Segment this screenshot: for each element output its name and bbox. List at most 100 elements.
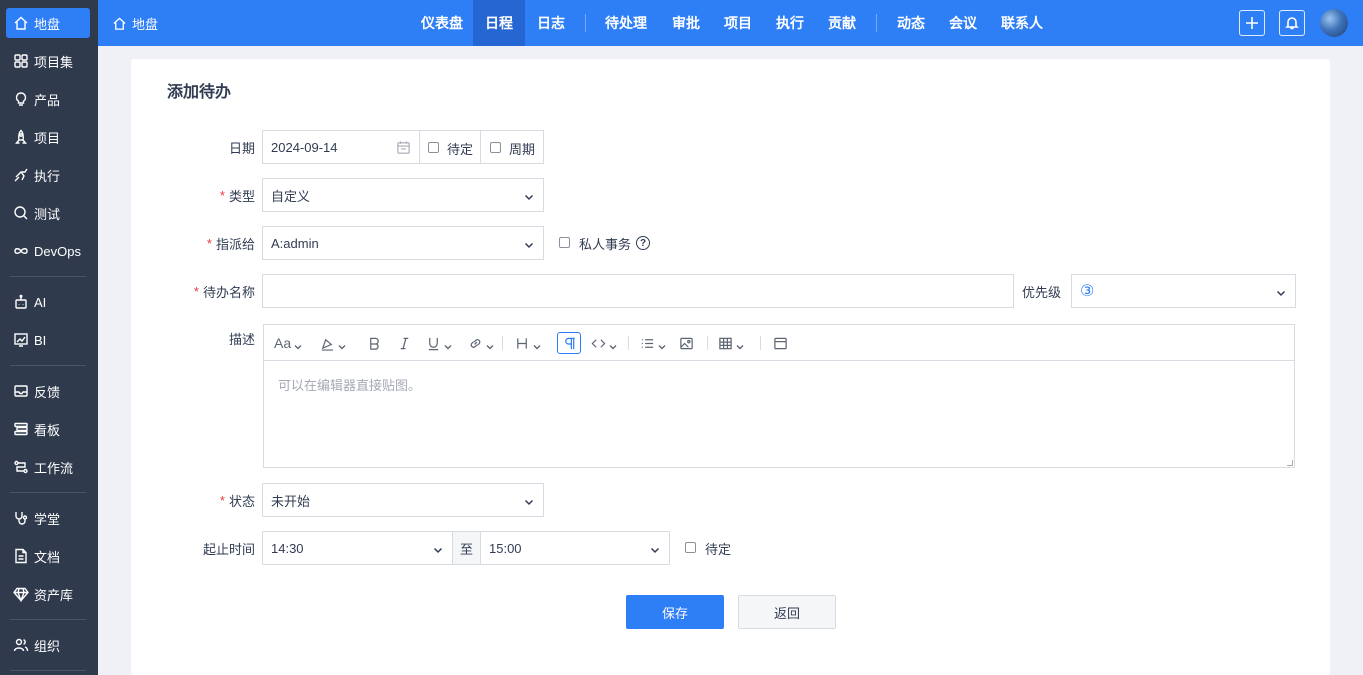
date-pending-toggle[interactable]: 待定: [419, 130, 481, 164]
nav-execution[interactable]: 执行: [765, 0, 815, 46]
name-input[interactable]: [262, 274, 1014, 308]
assign-label-text: 指派给: [215, 236, 255, 252]
italic-button[interactable]: [397, 332, 412, 354]
sidebar-item-ai[interactable]: AI: [6, 287, 90, 317]
end-time-select[interactable]: 15:00: [480, 531, 670, 565]
chevron-down-icon: [658, 339, 666, 350]
image-button[interactable]: [679, 332, 694, 354]
type-label: * 类型: [219, 187, 255, 204]
sidebar-item-kanban[interactable]: 看板: [6, 414, 90, 444]
sidebar-item-label: 项目集: [34, 54, 74, 70]
nav-meeting[interactable]: 会议: [938, 0, 988, 46]
sidebar-item-feedback[interactable]: 反馈: [6, 376, 90, 406]
resize-handle[interactable]: [1287, 460, 1293, 466]
avatar[interactable]: [1320, 9, 1348, 37]
cycle-toggle[interactable]: 周期: [480, 130, 544, 164]
people-icon: [10, 630, 32, 660]
nav-contribute[interactable]: 贡献: [817, 0, 867, 46]
start-time-select[interactable]: 14:30: [262, 531, 453, 565]
chevron-down-icon: [609, 339, 617, 350]
sidebar-item-dashboard[interactable]: 地盘: [6, 8, 90, 38]
highlight-button[interactable]: [320, 332, 346, 354]
italic-icon: [400, 337, 409, 349]
code-button[interactable]: [591, 332, 617, 354]
sidebar-item-qa[interactable]: 测试: [6, 198, 90, 228]
nav-review[interactable]: 审批: [661, 0, 711, 46]
end-time-value: 15:00: [489, 540, 522, 556]
assign-select[interactable]: A:admin: [262, 226, 544, 260]
sidebar-item-product[interactable]: 产品: [6, 84, 90, 114]
nav-effort[interactable]: 日志: [525, 0, 577, 46]
nav-project[interactable]: 项目: [713, 0, 763, 46]
sidebar-item-assetlib[interactable]: 资产库: [6, 579, 90, 609]
plus-icon: [1246, 17, 1258, 29]
bold-button[interactable]: [367, 332, 382, 354]
infinity-icon: [10, 236, 32, 266]
description-editor[interactable]: Aa 可以在编辑器直接贴图。: [263, 324, 1295, 468]
breadcrumb[interactable]: 地盘: [112, 0, 158, 46]
time-separator: 至: [452, 531, 481, 565]
sidebar-item-label: 执行: [34, 168, 61, 184]
sidebar-item-company[interactable]: 组织: [6, 630, 90, 660]
nav-dashboard[interactable]: 仪表盘: [410, 0, 474, 46]
editor-placeholder: 可以在编辑器直接贴图。: [278, 378, 422, 393]
sidebar-item-academy[interactable]: 学堂: [6, 503, 90, 533]
link-button[interactable]: [468, 332, 494, 354]
calendar-icon: [396, 140, 411, 158]
create-button[interactable]: [1239, 10, 1265, 36]
chevron-down-icon: [294, 339, 302, 350]
paragraph-icon: [564, 337, 575, 349]
type-select[interactable]: 自定义: [262, 178, 544, 212]
sidebar-item-project[interactable]: 项目: [6, 122, 90, 152]
nav-calendar[interactable]: 日程: [473, 0, 525, 46]
magnifier-icon: [10, 198, 32, 228]
robot-icon: [10, 287, 32, 317]
nav-contacts[interactable]: 联系人: [990, 0, 1054, 46]
font-size-button[interactable]: Aa: [274, 332, 302, 354]
home-icon: [113, 16, 126, 30]
sidebar-item-bi[interactable]: BI: [6, 325, 90, 355]
list-button[interactable]: [640, 332, 666, 354]
sidebar-item-devops[interactable]: DevOps: [6, 236, 90, 266]
time-pending-label: 待定: [705, 542, 732, 557]
code-icon: [591, 338, 606, 348]
heading-icon: [517, 337, 527, 349]
status-label-text: 状态: [228, 493, 255, 509]
heading-button[interactable]: [515, 332, 541, 354]
time-pending-checkbox[interactable]: [685, 542, 696, 553]
desc-label: 描述: [167, 321, 255, 355]
private-checkbox[interactable]: [559, 237, 570, 248]
nav-todo[interactable]: 待处理: [594, 0, 658, 46]
table-button[interactable]: [718, 332, 744, 354]
brush-icon: [321, 338, 334, 351]
notification-button[interactable]: [1279, 10, 1305, 36]
sidebar-item-workflow[interactable]: 工作流: [6, 452, 90, 482]
underline-icon: [428, 337, 439, 350]
sidebar-item-label: BI: [34, 332, 47, 348]
time-label-text: 起止时间: [202, 541, 255, 557]
workflow-icon: [10, 452, 32, 482]
priority-value: ③: [1080, 283, 1095, 300]
help-icon[interactable]: ?: [636, 236, 650, 250]
priority-select[interactable]: ③: [1071, 274, 1296, 308]
sidebar-item-execution[interactable]: 执行: [6, 160, 90, 190]
status-select[interactable]: 未开始: [262, 483, 544, 517]
date-input[interactable]: 2024-09-14: [262, 130, 420, 164]
date-pending-checkbox[interactable]: [428, 142, 439, 153]
chart-icon: [10, 325, 32, 355]
template-button[interactable]: [773, 332, 788, 354]
status-value: 未开始: [271, 493, 311, 509]
sidebar-item-program[interactable]: 项目集: [6, 46, 90, 76]
main-panel: 添加待办 日期 2024-09-14 待定 周期 * 类型 自定义 * 指派给 A:…: [131, 59, 1330, 675]
cycle-checkbox[interactable]: [490, 142, 501, 153]
list-icon: [641, 338, 654, 348]
save-button[interactable]: 保存: [626, 595, 724, 629]
paragraph-button[interactable]: [557, 332, 581, 354]
rocket-icon: [10, 122, 32, 152]
sidebar-item-label: 组织: [34, 638, 61, 654]
sidebar-item-doc[interactable]: 文档: [6, 541, 90, 571]
back-button[interactable]: 返回: [738, 595, 836, 629]
underline-button[interactable]: [426, 332, 452, 354]
name-label: * 待办名称: [193, 283, 255, 300]
nav-dynamic[interactable]: 动态: [886, 0, 936, 46]
